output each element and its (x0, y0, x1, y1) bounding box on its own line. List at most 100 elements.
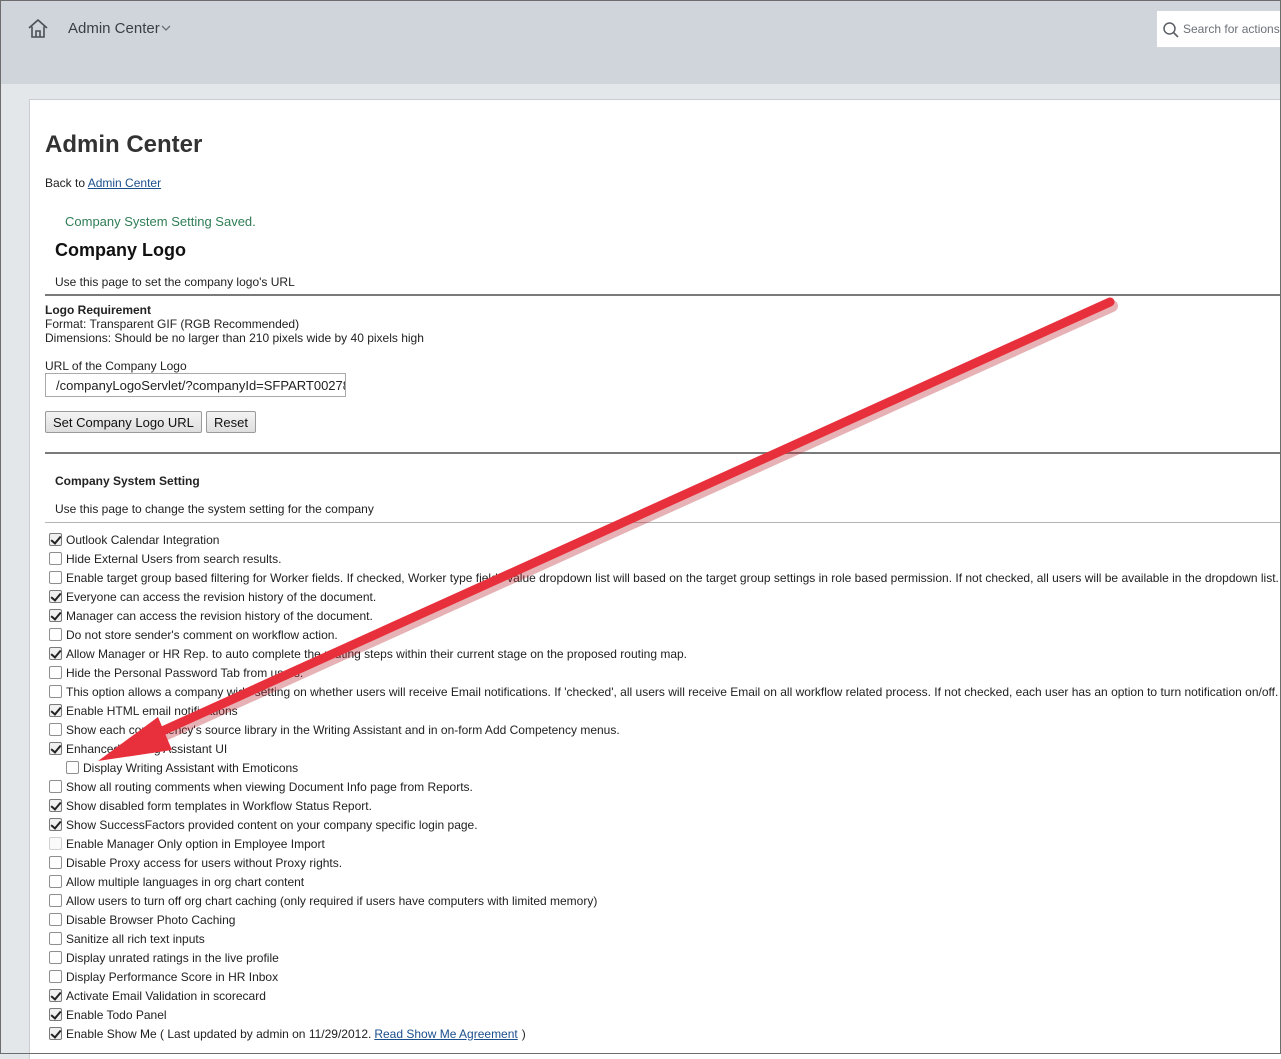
setting-label: Display Performance Score in HR Inbox (66, 969, 279, 984)
setting-label: Show each competency's source library in… (66, 722, 620, 737)
divider (45, 452, 1281, 454)
setting-checkbox[interactable] (49, 685, 62, 698)
setting-checkbox[interactable] (49, 1027, 62, 1040)
set-logo-url-button[interactable]: Set Company Logo URL (45, 411, 202, 433)
setting-row: Enhanced Writing Assistant UI (48, 739, 1281, 758)
setting-checkbox[interactable] (49, 951, 62, 964)
setting-row: Enable Todo Panel (48, 1005, 1281, 1024)
format-line: Format: Transparent GIF (RGB Recommended… (45, 317, 300, 331)
setting-label: Allow multiple languages in org chart co… (66, 874, 305, 889)
setting-label: Enable Show Me ( Last updated by admin o… (66, 1026, 372, 1041)
setting-label: Activate Email Validation in scorecard (66, 988, 266, 1003)
settings-list: Outlook Calendar Integration Hide Externa… (48, 530, 1281, 1043)
setting-label: Outlook Calendar Integration (66, 532, 220, 547)
setting-label: Enable Manager Only option in Employee I… (66, 836, 325, 851)
setting-row: Hide the Personal Password Tab from user… (48, 663, 1281, 682)
setting-checkbox[interactable] (49, 628, 62, 641)
page-title: Admin Center (45, 131, 203, 158)
logo-requirement: Logo Requirement Format: Transparent GIF… (45, 303, 424, 345)
setting-label: Everyone can access the revision history… (66, 589, 377, 604)
setting-label: Allow Manager or HR Rep. to auto complet… (66, 646, 688, 661)
logo-section-title: Company Logo (55, 240, 186, 260)
search-box[interactable] (1156, 10, 1281, 48)
setting-checkbox[interactable] (49, 742, 62, 755)
setting-label: Display Writing Assistant with Emoticons (83, 760, 299, 775)
setting-row: Do not store sender's comment on workflo… (48, 625, 1281, 644)
setting-checkbox[interactable] (49, 704, 62, 717)
setting-label: Enable target group based filtering for … (66, 570, 1279, 585)
app-title[interactable]: Admin Center (68, 20, 160, 37)
setting-row: Enable HTML email notifications (48, 701, 1281, 720)
setting-row: Display Performance Score in HR Inbox (48, 967, 1281, 986)
url-label: URL of the Company Logo (45, 359, 187, 373)
setting-label: Enhanced Writing Assistant UI (66, 741, 228, 756)
setting-row: Disable Browser Photo Caching (48, 910, 1281, 929)
setting-checkbox[interactable] (49, 571, 62, 584)
setting-label: Hide External Users from search results. (66, 551, 282, 566)
search-input[interactable] (1181, 20, 1281, 38)
setting-row: Manager can access the revision history … (48, 606, 1281, 625)
setting-label-suffix: ) (521, 1026, 526, 1041)
saved-message: Company System Setting Saved. (65, 214, 256, 229)
setting-checkbox[interactable] (49, 1008, 62, 1021)
setting-row: Display unrated ratings in the live prof… (48, 948, 1281, 967)
home-icon[interactable] (26, 17, 50, 41)
divider (45, 294, 1281, 296)
setting-row: Activate Email Validation in scorecard (48, 986, 1281, 1005)
setting-label: Manager can access the revision history … (66, 608, 373, 623)
setting-row: Enable target group based filtering for … (48, 568, 1281, 587)
setting-checkbox[interactable] (49, 970, 62, 983)
setting-checkbox[interactable] (49, 552, 62, 565)
setting-checkbox[interactable] (49, 875, 62, 888)
setting-checkbox[interactable] (49, 780, 62, 793)
setting-row: Sanitize all rich text inputs (48, 929, 1281, 948)
chevron-down-icon[interactable] (160, 22, 172, 34)
setting-label: Enable Todo Panel (66, 1007, 167, 1022)
divider (45, 522, 1281, 523)
show-me-agreement-link[interactable]: Read Show Me Agreement (374, 1027, 517, 1041)
setting-label: Display unrated ratings in the live prof… (66, 950, 279, 965)
setting-checkbox[interactable] (49, 913, 62, 926)
back-link[interactable]: Admin Center (88, 176, 161, 190)
setting-checkbox[interactable] (49, 799, 62, 812)
settings-section-description: Use this page to change the system setti… (55, 502, 374, 516)
setting-checkbox[interactable] (49, 666, 62, 679)
setting-row: Enable Manager Only option in Employee I… (48, 834, 1281, 853)
setting-row: Show disabled form templates in Workflow… (48, 796, 1281, 815)
requirement-heading: Logo Requirement (45, 303, 152, 317)
setting-label: Show SuccessFactors provided content on … (66, 817, 478, 832)
setting-row: Display Writing Assistant with Emoticons (48, 758, 1281, 777)
setting-checkbox[interactable] (49, 856, 62, 869)
setting-checkbox[interactable] (49, 590, 62, 603)
setting-label: Enable HTML email notifications (66, 703, 238, 718)
dimensions-line: Dimensions: Should be no larger than 210… (45, 331, 424, 345)
setting-row: This option allows a company wide settin… (48, 682, 1281, 701)
setting-row: Allow multiple languages in org chart co… (48, 872, 1281, 891)
setting-checkbox[interactable] (66, 761, 79, 774)
back-prefix: Back to (45, 176, 86, 190)
setting-label: Disable Proxy access for users without P… (66, 855, 343, 870)
logo-url-field[interactable] (45, 373, 346, 397)
setting-checkbox[interactable] (49, 818, 62, 831)
setting-row: Show all routing comments when viewing D… (48, 777, 1281, 796)
setting-row: Allow users to turn off org chart cachin… (48, 891, 1281, 910)
reset-button[interactable]: Reset (206, 411, 256, 433)
setting-row: Allow Manager or HR Rep. to auto complet… (48, 644, 1281, 663)
setting-checkbox[interactable] (49, 894, 62, 907)
setting-checkbox[interactable] (49, 723, 62, 736)
setting-label: Do not store sender's comment on workflo… (66, 627, 338, 642)
setting-row: Everyone can access the revision history… (48, 587, 1281, 606)
setting-checkbox[interactable] (49, 932, 62, 945)
setting-checkbox[interactable] (49, 989, 62, 1002)
setting-label: Hide the Personal Password Tab from user… (66, 665, 304, 680)
setting-checkbox[interactable] (49, 647, 62, 660)
logo-section-description: Use this page to set the company logo's … (55, 275, 295, 289)
setting-checkbox[interactable] (49, 609, 62, 622)
setting-checkbox[interactable] (49, 533, 62, 546)
settings-section-title: Company System Setting (55, 474, 200, 488)
setting-label: This option allows a company wide settin… (66, 684, 1279, 699)
setting-label: Disable Browser Photo Caching (66, 912, 236, 927)
setting-label: Sanitize all rich text inputs (66, 931, 205, 946)
setting-row: Hide External Users from search results. (48, 549, 1281, 568)
setting-label: Show disabled form templates in Workflow… (66, 798, 372, 813)
